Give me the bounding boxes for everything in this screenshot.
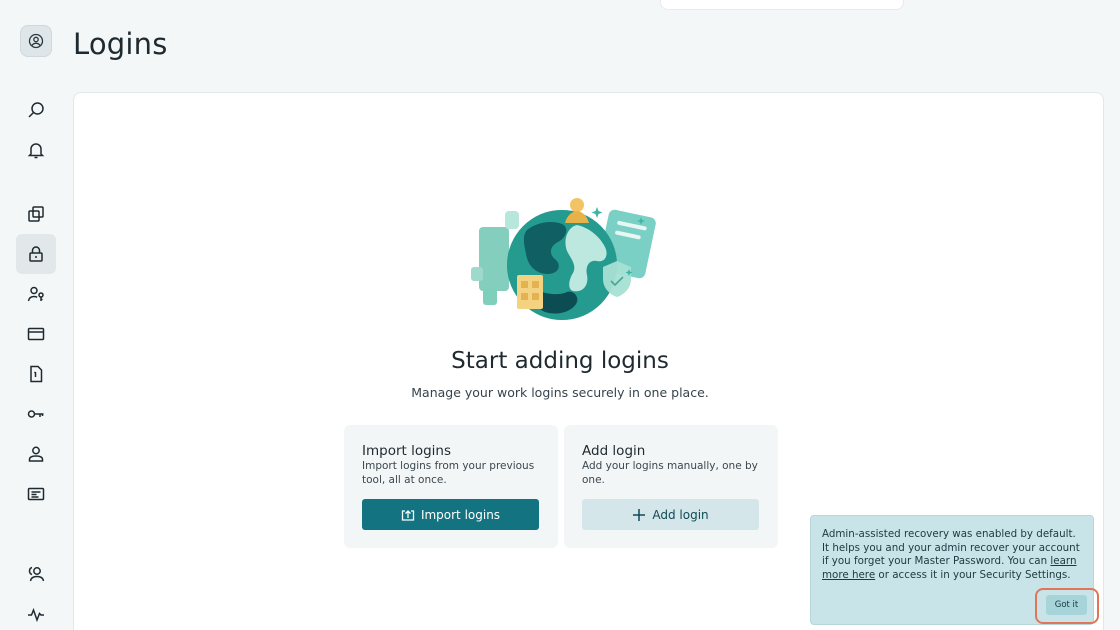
- add-login-card: Add login Add your logins manually, one …: [564, 425, 778, 548]
- got-it-button[interactable]: Got it: [1046, 595, 1087, 615]
- pulse-icon: [28, 607, 44, 623]
- sidebar-item-personal-info[interactable]: [16, 434, 56, 474]
- toast-text-after: or access it in your Security Settings.: [875, 568, 1071, 581]
- sidebar-item-passkeys[interactable]: [16, 394, 56, 434]
- empty-state-title: Start adding logins: [451, 348, 669, 374]
- search-icon: [28, 102, 44, 118]
- sidebar-item-password-health[interactable]: [16, 594, 56, 630]
- lock-icon: [29, 246, 43, 262]
- import-card-description: Import logins from your previous tool, a…: [362, 460, 535, 486]
- sidebar-item-sharing-center[interactable]: [16, 554, 56, 594]
- sidebar-item-logins[interactable]: [16, 234, 56, 274]
- toast-text-before: Admin-assisted recovery was enabled by d…: [822, 528, 1080, 568]
- sidebar-item-identities[interactable]: [16, 274, 56, 314]
- page-title: Logins: [73, 27, 168, 61]
- people-icon: [28, 566, 45, 582]
- add-card-description: Add your logins manually, one by one.: [582, 460, 758, 486]
- globe-illustration: [471, 198, 656, 320]
- empty-state-subtitle: Manage your work logins securely in one …: [411, 385, 709, 400]
- add-login-button[interactable]: Add login: [582, 499, 759, 530]
- id-card-icon: [27, 487, 45, 501]
- top-bar-remnant: [660, 0, 904, 10]
- sidebar-item-notifications[interactable]: [16, 130, 56, 170]
- import-logins-card: Import logins Import logins from your pr…: [344, 425, 558, 548]
- account-circle-icon: [28, 33, 44, 49]
- import-card-title: Import logins: [362, 443, 452, 459]
- stack-icon: [28, 206, 44, 222]
- bell-icon: [27, 143, 45, 159]
- add-login-button-label: Add login: [652, 507, 709, 522]
- person-card-icon: [27, 286, 44, 302]
- key-icon: [27, 410, 44, 418]
- account-button[interactable]: [20, 25, 52, 57]
- person-icon: [28, 446, 44, 462]
- sidebar-item-search[interactable]: [16, 90, 56, 130]
- plus-icon: [633, 508, 646, 521]
- sidebar-item-ids[interactable]: [16, 474, 56, 514]
- add-card-title: Add login: [582, 443, 646, 459]
- import-logins-button[interactable]: Import logins: [362, 499, 539, 530]
- import-logins-button-label: Import logins: [420, 507, 501, 522]
- import-icon: [401, 509, 415, 521]
- sidebar-item-vault-items[interactable]: [16, 194, 56, 234]
- toast-message: Admin-assisted recovery was enabled by d…: [822, 528, 1084, 582]
- card-icon: [27, 327, 45, 341]
